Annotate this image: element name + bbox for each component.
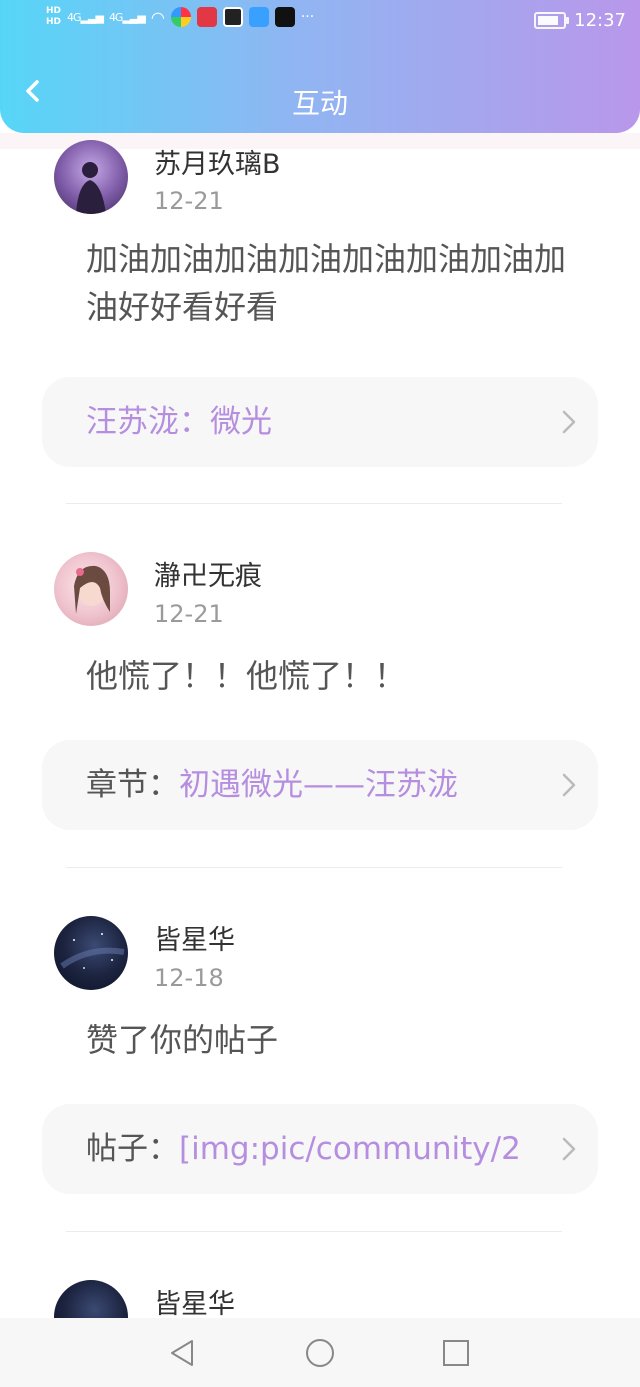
- chevron-right-icon: [562, 1137, 576, 1161]
- link-prefix: 章节：: [86, 767, 179, 803]
- back-triangle-icon[interactable]: [166, 1336, 200, 1370]
- home-circle-icon[interactable]: [303, 1336, 337, 1370]
- comment-text: 赞了你的帖子: [86, 1021, 279, 1059]
- interaction-list[interactable]: 苏月玖璃B 12-21 加油加油加油加油加油加油加油加油好好看好看 汪苏泷：微光…: [0, 140, 640, 1318]
- app-header: HD HD 4G▂▃▅ 4G▂▃▅ ◠ ··· 12:37 互动: [0, 0, 640, 133]
- link-text: 章节：初遇微光——汪苏泷: [86, 764, 556, 806]
- comment-text: 他慌了！！他慌了！！: [86, 657, 407, 695]
- network-label-1: 4G: [67, 10, 81, 24]
- page-title: 互动: [291, 87, 348, 120]
- link-text: 汪苏泷：微光: [86, 401, 556, 443]
- comment-date: 12-21: [154, 187, 224, 215]
- username: 皆星华: [154, 1289, 235, 1318]
- link-value: [img:pic/community/2: [179, 1131, 521, 1167]
- username: 皆星华: [154, 925, 235, 956]
- avatar-girl-icon: [74, 565, 110, 614]
- network-label-2: 4G: [108, 10, 123, 24]
- app-icon-red: [196, 7, 217, 27]
- hd-label-2: HD: [46, 17, 62, 27]
- avatar[interactable]: [54, 916, 128, 990]
- link-card[interactable]: 汪苏泷：微光: [42, 377, 598, 467]
- more-icon: ···: [300, 9, 315, 25]
- comment-date: 12-21: [154, 600, 224, 628]
- status-time: 12:37: [574, 10, 626, 31]
- system-nav-bar: [0, 1318, 640, 1387]
- recents-square-icon[interactable]: [439, 1336, 473, 1370]
- avatar[interactable]: [54, 140, 128, 214]
- status-right: 12:37: [534, 10, 626, 31]
- hd-indicators: HD HD: [46, 6, 61, 28]
- status-left: HD HD 4G▂▃▅ 4G▂▃▅ ◠ ···: [46, 6, 314, 28]
- link-value: 初遇微光——汪苏泷: [179, 767, 458, 803]
- tiktok-icon: [274, 7, 295, 27]
- avatar-figure-icon: [76, 162, 106, 214]
- app-icon-blue: [248, 7, 269, 27]
- divider: [66, 867, 562, 868]
- app-icon-colorful: [170, 7, 191, 27]
- chevron-right-icon: [562, 773, 576, 797]
- username: 苏月玖璃B: [154, 149, 281, 180]
- comment-date: 12-18: [154, 964, 224, 992]
- signal-icon: 4G▂▃▅: [67, 10, 104, 24]
- link-prefix: 帖子：: [86, 1131, 179, 1167]
- avatar-starry-icon: [60, 933, 125, 969]
- avatar[interactable]: [54, 1280, 128, 1318]
- wifi-icon: ◠: [150, 7, 165, 27]
- chevron-right-icon: [562, 410, 576, 434]
- signal-icon-2: 4G▂▃▅: [108, 10, 146, 24]
- comment-text: 加油加油加油加油加油加油加油加油好好看好看: [86, 240, 567, 326]
- username: 瀞卍无痕: [154, 561, 262, 592]
- divider: [66, 503, 562, 504]
- link-card[interactable]: 章节：初遇微光——汪苏泷: [42, 740, 598, 830]
- battery-icon: [534, 12, 570, 29]
- link-value: 汪苏泷：微光: [86, 404, 272, 440]
- app-icon-video: [222, 7, 243, 27]
- divider: [66, 1231, 562, 1232]
- link-card[interactable]: 帖子：[img:pic/community/2: [42, 1104, 598, 1194]
- hd-label-1: HD: [46, 6, 62, 16]
- top-nav: 互动: [0, 60, 640, 130]
- status-bar: HD HD 4G▂▃▅ 4G▂▃▅ ◠ ··· 12:37: [0, 0, 640, 44]
- link-text: 帖子：[img:pic/community/2: [86, 1128, 556, 1170]
- avatar[interactable]: [54, 552, 128, 626]
